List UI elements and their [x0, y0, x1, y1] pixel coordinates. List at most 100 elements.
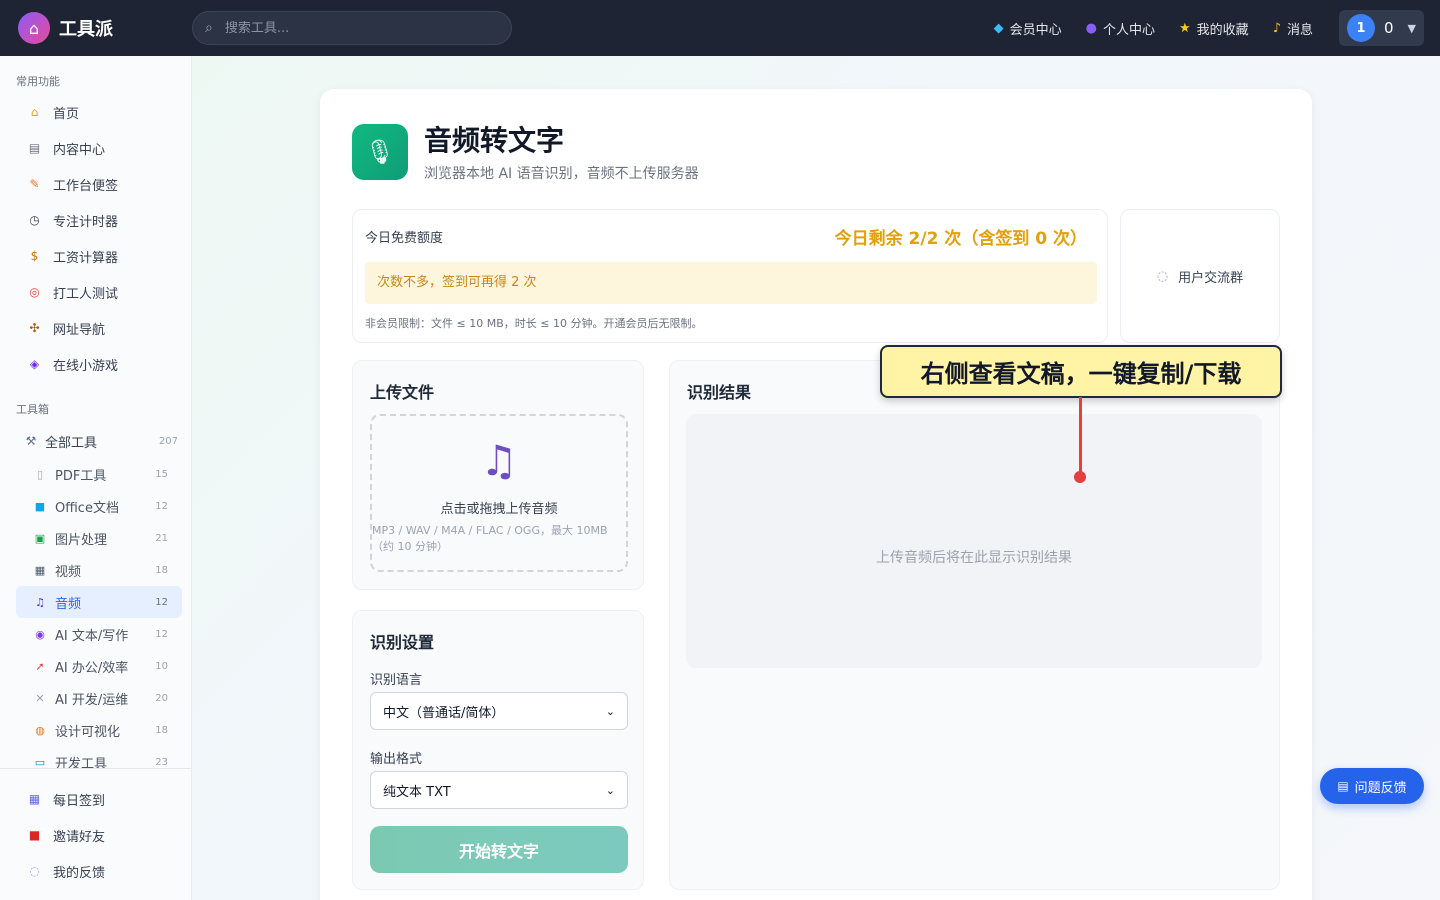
section-title-common: 常用功能	[16, 75, 60, 88]
robot-icon: ◉	[35, 627, 45, 641]
tool-count: 12	[155, 596, 168, 608]
start-transcribe-button[interactable]: 开始转文字	[370, 826, 628, 873]
sidebar-item-label: 图片处理	[55, 532, 108, 548]
result-placeholder: 上传音频后将在此显示识别结果	[876, 550, 1072, 566]
quota-label: 今日免费额度	[365, 231, 444, 246]
sidebar-item-ai-dev[interactable]: ✕ AI 开发/运维 20	[16, 682, 182, 714]
favorites-label: 我的收藏	[1196, 22, 1249, 38]
sidebar-item-home[interactable]: ⌂ 首页	[16, 94, 182, 130]
picture-icon: ▣	[34, 531, 46, 545]
speech-bubble-icon: ◌	[1156, 268, 1169, 284]
document-icon: ▤	[1337, 779, 1349, 793]
language-select[interactable]: 中文（普通话/简体） ⌄	[370, 692, 628, 730]
sidebar-item-label: Office文档	[55, 500, 119, 516]
format-select[interactable]: 纯文本 TXT ⌄	[370, 771, 628, 809]
sidebar-item-label: 专注计时器	[53, 214, 119, 230]
sidebar-item-devtools[interactable]: ▭ 开发工具 23	[16, 746, 182, 769]
compass-icon: ✣	[29, 321, 40, 335]
palette-icon: ◍	[35, 723, 45, 737]
feedback-button[interactable]: ▤ 问题反馈	[1320, 768, 1424, 804]
section-title-toolbox: 工具箱	[16, 403, 49, 416]
sidebar-item-office[interactable]: ■ Office文档 12	[16, 490, 182, 522]
tool-count: 12	[155, 500, 168, 512]
memo-icon: ✎	[29, 177, 40, 191]
calendar-icon: ▦	[28, 792, 41, 806]
stopwatch-icon: ◷	[29, 213, 40, 227]
search-icon: ⌕	[205, 20, 213, 36]
main-area: 🎙 音频转文字 浏览器本地 AI 语音识别，音频不上传服务器 今日免费额度 今日…	[192, 56, 1440, 900]
sidebar-item-label: AI 办公/效率	[55, 660, 129, 676]
brand[interactable]: ⌂ 工具派	[18, 12, 192, 44]
user-group-label: 用户交流群	[1178, 270, 1244, 286]
sidebar-item-checkin[interactable]: ▦ 每日签到	[16, 781, 182, 817]
search-box[interactable]: ⌕	[192, 11, 512, 45]
sidebar-item-image[interactable]: ▣ 图片处理 21	[16, 522, 182, 554]
sidebar-item-ai-writing[interactable]: ◉ AI 文本/写作 12	[16, 618, 182, 650]
computer-icon: ▭	[34, 755, 46, 769]
vip-center-link[interactable]: ◆ 会员中心	[994, 19, 1062, 38]
sidebar-scroll-area[interactable]: 常用功能 ⌂ 首页 ▤ 内容中心 ✎ 工作台便签 ◷ 专注计时器 $ 工资计算器 ◎ 打工人…	[0, 56, 191, 768]
top-navbar: ⌂ 工具派 ⌕ ◆ 会员中心 ● 个人中心 ★ 我的收藏 ♪ 消息 1 0 ▼	[0, 0, 1440, 56]
sidebar-item-my-feedback[interactable]: ◌ 我的反馈	[16, 853, 182, 889]
sidebar-item-label: 工作台便签	[53, 178, 119, 194]
star-icon: ★	[1179, 20, 1191, 36]
upload-dropzone[interactable]: ♫ 点击或拖拽上传音频 MP3 / WAV / M4A / FLAC / OGG…	[370, 414, 628, 572]
sidebar-item-invite[interactable]: ■ 邀请好友	[16, 817, 182, 853]
user-menu[interactable]: 1 0 ▼	[1339, 10, 1424, 46]
target-icon: ◎	[29, 285, 40, 299]
sidebar-item-video[interactable]: ▦ 视频 18	[16, 554, 182, 586]
person-icon: ●	[1085, 20, 1097, 36]
sidebar-item-label: 打工人测试	[53, 286, 119, 302]
chevron-down-icon: ⌄	[605, 704, 615, 718]
sidebar: 常用功能 ⌂ 首页 ▤ 内容中心 ✎ 工作台便签 ◷ 专注计时器 $ 工资计算器 ◎ 打工人…	[0, 56, 192, 900]
sidebar-item-label: 邀请好友	[53, 829, 106, 845]
brand-name: 工具派	[59, 19, 113, 40]
vip-center-label: 会员中心	[1009, 22, 1062, 38]
music-note-icon: ♫	[35, 595, 45, 609]
sidebar-item-design[interactable]: ◍ 设计可视化 18	[16, 714, 182, 746]
sidebar-item-pdf[interactable]: ▯ PDF工具 15	[16, 458, 182, 490]
profile-label: 个人中心	[1103, 22, 1156, 38]
sidebar-item-label: AI 文本/写作	[55, 628, 129, 644]
sidebar-item-test[interactable]: ◎ 打工人测试	[16, 274, 182, 310]
sidebar-item-audio[interactable]: ♫ 音频 12	[16, 586, 182, 618]
tool-card: 🎙 音频转文字 浏览器本地 AI 语音识别，音频不上传服务器 今日免费额度 今日…	[320, 89, 1312, 900]
language-label: 识别语言	[370, 673, 423, 688]
sidebar-item-timer[interactable]: ◷ 专注计时器	[16, 202, 182, 238]
sidebar-item-nav[interactable]: ✣ 网址导航	[16, 310, 182, 346]
sidebar-item-all-tools[interactable]: ⚒ 全部工具 207	[16, 424, 182, 458]
sidebar-item-notes[interactable]: ✎ 工作台便签	[16, 166, 182, 202]
sidebar-item-salary[interactable]: $ 工资计算器	[16, 238, 182, 274]
upload-hint: MP3 / WAV / M4A / FLAC / OGG，最大 10MB（约 1…	[372, 524, 608, 553]
chevron-down-icon: ▼	[1407, 21, 1416, 35]
user-group-link[interactable]: ◌ 用户交流群	[1120, 209, 1280, 343]
sidebar-item-label: 开发工具	[55, 756, 108, 769]
result-output[interactable]: 上传音频后将在此显示识别结果	[686, 414, 1262, 668]
result-title: 识别结果	[687, 383, 752, 402]
result-panel: 识别结果 上传音频后将在此显示识别结果	[669, 360, 1280, 890]
house-icon: ⌂	[30, 105, 39, 119]
document-icon: ▯	[36, 467, 44, 481]
messages-label: 消息	[1286, 22, 1313, 38]
gamepad-icon: ◈	[29, 357, 40, 371]
chevron-down-icon: ⌄	[605, 783, 615, 797]
sidebar-item-label: 工资计算器	[53, 250, 119, 266]
language-value: 中文（普通话/简体）	[383, 705, 505, 721]
profile-link[interactable]: ● 个人中心	[1086, 19, 1155, 38]
sidebar-item-games[interactable]: ◈ 在线小游戏	[16, 346, 182, 382]
microphone-icon: 🎙	[352, 124, 408, 180]
sidebar-item-label: 音频	[55, 596, 82, 612]
sidebar-item-label: AI 开发/运维	[55, 692, 129, 708]
speech-bubble-icon: ◌	[29, 864, 40, 878]
newspaper-icon: ▤	[28, 141, 41, 155]
quota-panel: 今日免费额度 今日剩余 2/2 次（含签到 0 次） 次数不多，签到可再得 2 …	[352, 209, 1108, 343]
favorites-link[interactable]: ★ 我的收藏	[1179, 19, 1249, 38]
settings-panel: 识别设置 识别语言 中文（普通话/简体） ⌄ 输出格式 纯文本 TXT ⌄ 开始…	[352, 610, 644, 890]
sidebar-item-content[interactable]: ▤ 内容中心	[16, 130, 182, 166]
feedback-label: 问题反馈	[1354, 780, 1407, 796]
sidebar-item-ai-office[interactable]: ➚ AI 办公/效率 10	[16, 650, 182, 682]
search-input[interactable]	[224, 20, 485, 36]
messages-link[interactable]: ♪ 消息	[1273, 19, 1313, 38]
format-value: 纯文本 TXT	[383, 784, 451, 800]
tool-count: 21	[155, 532, 168, 544]
